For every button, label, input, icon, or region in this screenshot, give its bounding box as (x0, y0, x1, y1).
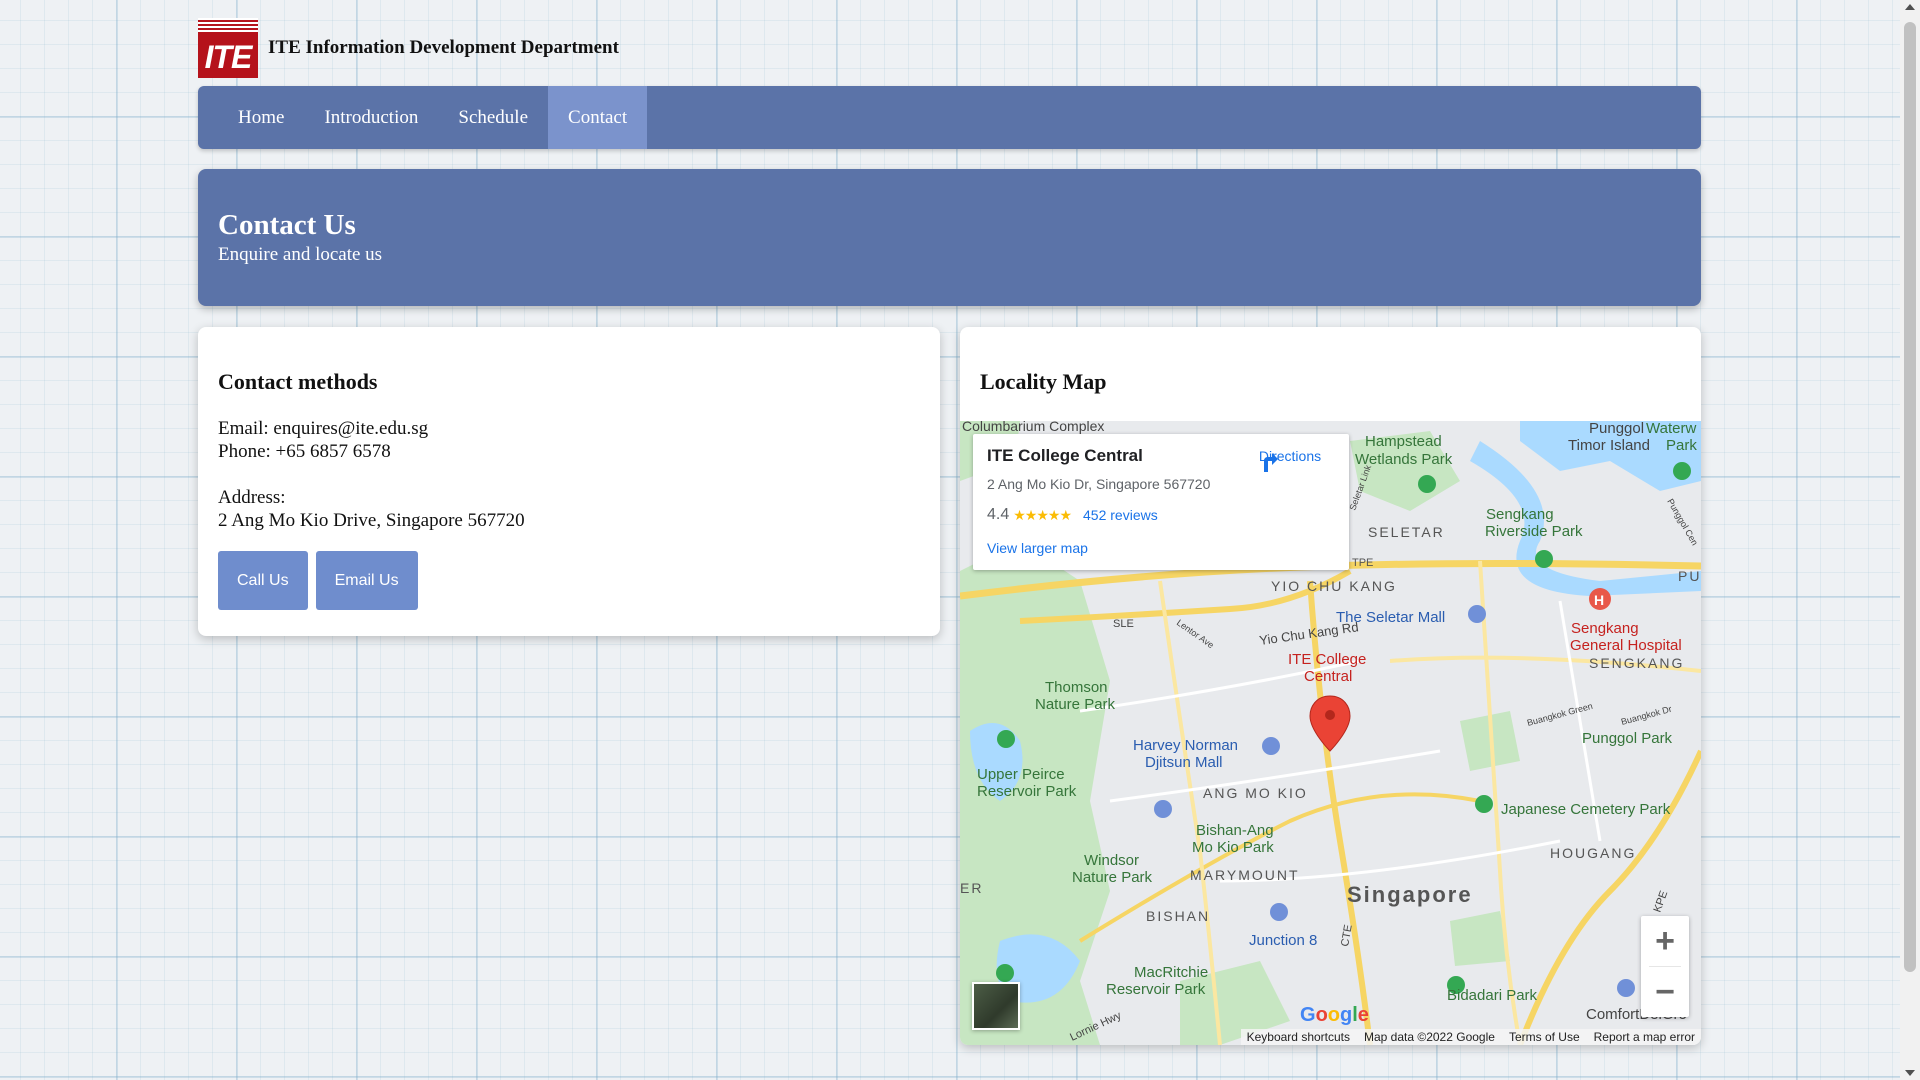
map-label-tpe: TPE (1352, 557, 1373, 569)
terms-link[interactable]: Terms of Use (1509, 1029, 1580, 1045)
map-label-yio-chu-kang: YIO CHU KANG (1271, 578, 1397, 594)
map-label-sengkang-rp-2: Riverside Park (1485, 523, 1583, 540)
map-label-macritchie: MacRitchie (1134, 964, 1208, 981)
nav-home[interactable]: Home (218, 86, 304, 149)
map-label-windsor-2: Nature Park (1072, 869, 1153, 886)
map-label-punggol: Punggol (1589, 421, 1644, 437)
place-rating: 4.4 ★★★★★ 452 reviews (987, 506, 1158, 524)
main-nav: Home Introduction Schedule Contact (198, 86, 1701, 149)
map-label-singapore: Singapore (1347, 882, 1473, 907)
map-label-ite: ITE College (1288, 651, 1366, 668)
map-label-waterway-park: Park (1666, 437, 1697, 454)
zoom-in-button[interactable]: + (1641, 916, 1689, 966)
nav-contact[interactable]: Contact (548, 86, 648, 149)
map-label-bishan-amk: Bishan-Ang (1196, 822, 1274, 839)
scroll-down-icon[interactable] (1905, 1070, 1915, 1076)
site-header: ITE ITE Information Development Departme… (198, 18, 619, 78)
map-label-windsor: Windsor (1084, 852, 1139, 869)
phone-text: Phone: +65 6857 6578 (218, 441, 391, 462)
map-label-hampstead: Hampstead (1365, 433, 1442, 450)
directions-button[interactable]: Directions (1255, 448, 1325, 472)
bidadari-area (1450, 911, 1510, 966)
map-label-thomson-2: Nature Park (1035, 696, 1116, 713)
scroll-thumb[interactable] (1904, 22, 1916, 972)
address-label: Address: (218, 487, 286, 508)
keyboard-shortcuts-link[interactable]: Keyboard shortcuts (1247, 1029, 1350, 1045)
map-label-junction8: Junction 8 (1249, 932, 1317, 949)
map-label-bidadari: Bidadari Park (1447, 987, 1538, 1004)
directions-icon (1264, 453, 1278, 472)
place-name: ITE College Central (987, 446, 1143, 465)
contact-info: Email: enquires@ite.edu.sg Phone: +65 68… (218, 417, 920, 532)
map-data-text: Map data ©2022 Google (1364, 1030, 1495, 1044)
map-label-japanese-cemetery: Japanese Cemetery Park (1501, 801, 1671, 818)
address-text: 2 Ang Mo Kio Drive, Singapore 567720 (218, 510, 525, 531)
map-label-upper-peirce: Upper Peirce (977, 766, 1065, 783)
page-subtitle: Enquire and locate us (218, 244, 383, 265)
view-larger-map-link[interactable]: View larger map (987, 540, 1088, 556)
contact-heading: Contact methods (218, 369, 378, 394)
place-address: 2 Ang Mo Kio Dr, Singapore 567720 (987, 476, 1211, 492)
map-label-bishan-amk-2: Mo Kio Park (1192, 839, 1274, 856)
logo-text: ITE (204, 39, 253, 75)
hero-banner: Contact Us Enquire and locate us (198, 169, 1701, 306)
map-label-sengkang-rp: Sengkang (1486, 506, 1554, 523)
map-label-er: ER (960, 880, 983, 896)
star-rating-icon: ★★★★★ (1013, 506, 1072, 523)
contact-buttons: Call Us Email Us (218, 551, 920, 610)
call-us-button[interactable]: Call Us (218, 551, 308, 610)
map-label-pun: PUN (1678, 568, 1701, 584)
site-title: ITE Information Development Department (268, 37, 619, 58)
contact-card: Contact methods Email: enquires@ite.edu.… (198, 327, 940, 636)
map-label-sgh: Sengkang (1571, 620, 1639, 637)
report-error-link[interactable]: Report a map error (1594, 1029, 1695, 1045)
svg-text:H: H (1594, 592, 1604, 608)
map-label-marymount: MARYMOUNT (1190, 867, 1300, 883)
map-label-sgh-2: General Hospital (1570, 637, 1682, 654)
map-heading: Locality Map (980, 369, 1107, 394)
logo-stripes (198, 18, 258, 34)
google-map[interactable]: H Columbarium Complex Hampstead Wetlands… (960, 421, 1701, 1045)
map-label-hougang: HOUGANG (1550, 845, 1636, 861)
map-label-macritchie-2: Reservoir Park (1106, 981, 1206, 998)
google-logo: Google (1300, 1004, 1369, 1026)
map-label-punggol-park: Punggol Park (1582, 730, 1673, 747)
map-label-columbarium: Columbarium Complex (962, 421, 1104, 434)
map-card: Locality Map H Columbarium Complex Hamps… (960, 327, 1701, 1045)
map-label-harvey: Harvey Norman (1133, 737, 1238, 754)
map-label-ang-mo-kio: ANG MO KIO (1203, 785, 1308, 801)
map-attribution: Keyboard shortcuts Map data ©2022 Google… (1240, 1029, 1701, 1045)
email-us-button[interactable]: Email Us (315, 551, 418, 610)
map-label-hampstead-2: Wetlands Park (1355, 451, 1453, 468)
map-label-djitsun: Djitsun Mall (1145, 754, 1223, 771)
map-label-waterway: Waterw (1646, 421, 1696, 437)
map-label-ite-2: Central (1304, 668, 1352, 685)
satellite-toggle[interactable] (972, 982, 1020, 1030)
reviews-link[interactable]: 452 reviews (1083, 507, 1158, 523)
page-scrollbar[interactable] (1900, 0, 1920, 1080)
map-label-bishan: BISHAN (1146, 908, 1210, 924)
map-label-thomson: Thomson (1045, 679, 1108, 696)
place-info-card: ITE College Central 2 Ang Mo Kio Dr, Sin… (973, 434, 1349, 570)
rating-value: 4.4 (987, 506, 1010, 523)
map-label-sengkang: SENGKANG (1589, 655, 1684, 671)
nav-introduction[interactable]: Introduction (304, 86, 438, 149)
map-label-sle: SLE (1113, 618, 1134, 630)
page-title: Contact Us (218, 209, 356, 241)
map-label-seletar: SELETAR (1368, 524, 1445, 540)
zoom-out-button[interactable]: − (1641, 967, 1689, 1017)
scroll-up-icon[interactable] (1905, 4, 1915, 10)
nav-schedule[interactable]: Schedule (438, 86, 548, 149)
email-text: Email: enquires@ite.edu.sg (218, 418, 429, 439)
ite-logo[interactable]: ITE (198, 18, 258, 78)
zoom-controls: + − (1641, 916, 1689, 1017)
map-label-timor: Timor Island (1568, 437, 1650, 454)
map-label-upper-peirce-2: Reservoir Park (977, 783, 1077, 800)
